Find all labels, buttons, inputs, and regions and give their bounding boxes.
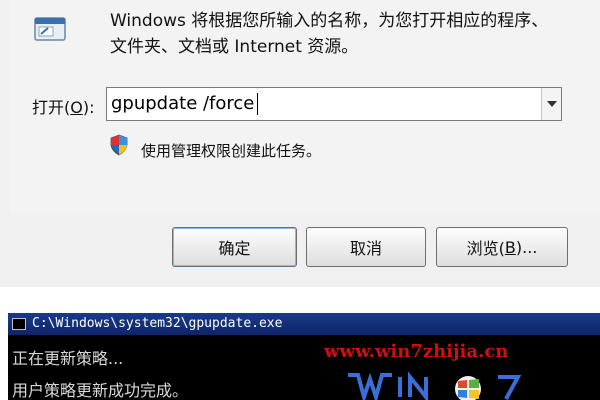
browse-label-hotkey: B xyxy=(504,237,516,257)
run-description-line1: Windows 将根据您所输入的名称，为您打开相应的程序、 xyxy=(110,11,549,31)
open-label-hotkey: O xyxy=(70,98,83,117)
admin-note: 使用管理权限创建此任务。 xyxy=(141,142,322,160)
uac-shield-icon xyxy=(110,134,128,156)
win7-watermark-logo xyxy=(348,371,522,400)
run-description: Windows 将根据您所输入的名称，为您打开相应的程序、 文件夹、文档或 In… xyxy=(110,8,580,60)
run-description-line2: 文件夹、文档或 Internet 资源。 xyxy=(110,37,359,57)
dropdown-button[interactable] xyxy=(541,88,561,120)
browse-button[interactable]: 浏览(B)... xyxy=(436,227,568,267)
browse-label-suffix: )... xyxy=(515,237,538,257)
cmd-icon xyxy=(12,318,26,330)
chevron-down-icon xyxy=(546,101,557,107)
run-app-icon xyxy=(34,17,66,41)
command-input[interactable] xyxy=(107,88,537,120)
console-line-1: 正在更新策略... xyxy=(12,349,124,368)
console-window: C:\Windows\system32\gpupdate.exe 正在更新策略.… xyxy=(8,313,600,400)
open-combobox[interactable] xyxy=(106,87,562,121)
cancel-button[interactable]: 取消 xyxy=(306,227,426,267)
run-dialog: Windows 将根据您所输入的名称，为您打开相应的程序、 文件夹、文档或 In… xyxy=(0,0,600,287)
console-title: C:\Windows\system32\gpupdate.exe xyxy=(32,316,283,331)
open-label-suffix: ): xyxy=(82,98,95,117)
browse-label-prefix: 浏览( xyxy=(466,239,505,258)
console-titlebar[interactable]: C:\Windows\system32\gpupdate.exe xyxy=(8,313,600,335)
open-label-prefix: 打开( xyxy=(32,98,71,117)
text-caret xyxy=(257,93,258,115)
watermark-url: www.win7zhijia.cn xyxy=(324,341,509,362)
console-line-2: 用户策略更新成功完成。 xyxy=(12,381,189,400)
open-label: 打开(O): xyxy=(32,94,94,118)
ok-button[interactable]: 确定 xyxy=(172,227,297,267)
